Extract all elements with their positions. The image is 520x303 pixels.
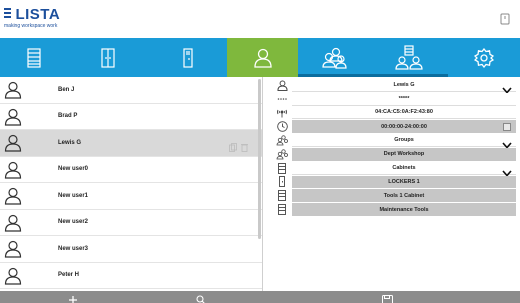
user-icon (4, 240, 22, 263)
user-list-row[interactable]: New user3 (0, 236, 262, 263)
user-list-row[interactable]: Brad P (0, 104, 262, 131)
rfid-icon (275, 107, 289, 120)
user-name: New user3 (58, 245, 89, 252)
power-icon[interactable] (498, 12, 512, 26)
user-detail-panel: Lewis G ***** 04:CA:C5:0A:F2:43:80 00:00… (266, 79, 520, 217)
cabinet-name: Tools 1 Cabinet (292, 189, 516, 203)
user-name: Brad P (58, 113, 78, 120)
detail-groups-header-row[interactable]: Groups (266, 134, 520, 149)
user-name: Lewis G (58, 139, 82, 146)
user-name: Peter H (58, 272, 80, 279)
locker-icon (182, 47, 193, 68)
cabinet-item[interactable]: Tools 1 Cabinet (266, 189, 520, 203)
bottom-toolbar (0, 291, 520, 303)
tab-lockers[interactable] (148, 38, 227, 77)
rfid-field[interactable]: 04:CA:C5:0A:F2:43:80 (292, 106, 516, 120)
user-icon (275, 79, 289, 92)
drawer-cabinet-icon (275, 203, 289, 216)
pin-field[interactable]: ***** (292, 92, 516, 106)
header: LISTA making workspace work (0, 0, 520, 38)
user-icon (253, 48, 273, 68)
user-list-row[interactable]: Ben J (0, 77, 262, 104)
gear-icon (474, 47, 494, 68)
user-name: New user1 (58, 192, 89, 199)
app-window: LISTA making workspace work Ben J Brad P… (0, 0, 520, 303)
detail-rfid-row: 04:CA:C5:0A:F2:43:80 (266, 106, 520, 120)
user-name: New user0 (58, 166, 89, 173)
user-icon (4, 267, 22, 290)
cabinet-users-icon (394, 44, 424, 71)
logo-mark (4, 8, 11, 20)
user-list-row[interactable]: New user2 (0, 210, 262, 237)
user-icon (4, 134, 22, 157)
user-icon (4, 187, 22, 210)
tab-drawers[interactable] (0, 38, 68, 77)
users-group-icon (321, 47, 347, 69)
pin-dots-icon (275, 93, 289, 106)
brand-tagline: making workspace work (4, 23, 58, 29)
drawer-cabinet-icon (275, 162, 289, 175)
detail-time-row: 00:00:00-24:00:00 (266, 120, 520, 134)
user-name: Ben J (58, 86, 75, 93)
user-icon (4, 161, 22, 184)
tab-cabinets[interactable] (68, 38, 148, 77)
brand-name: LISTA (15, 6, 61, 23)
user-icon (4, 108, 22, 131)
detail-name-row: Lewis G (266, 79, 520, 94)
drawer-cabinet-icon (275, 189, 289, 202)
user-list-row[interactable]: New user0 (0, 157, 262, 184)
clock-icon (275, 120, 289, 133)
tab-cabinet-users[interactable] (369, 38, 448, 77)
cabinet-name: Maintenance Tools (292, 203, 516, 216)
copy-icon[interactable] (229, 139, 237, 157)
cabinet-name: LOCKERS 1 (292, 175, 516, 189)
search-icon[interactable] (196, 292, 206, 303)
user-icon (4, 81, 22, 104)
cabinet-item[interactable]: LOCKERS 1 (266, 175, 520, 189)
group-item[interactable]: Dept Workshop (266, 147, 520, 161)
drawer-cabinet-icon (27, 47, 41, 68)
detail-cabinets-header-row[interactable]: Cabinets (266, 161, 520, 177)
cabinet-item[interactable]: Maintenance Tools (266, 203, 520, 216)
double-door-cabinet-icon (101, 47, 115, 68)
users-group-icon (275, 148, 289, 161)
user-icon (4, 214, 22, 237)
user-list-row[interactable]: New user1 (0, 183, 262, 210)
groups-header: Groups (292, 134, 516, 147)
time-window-checkbox[interactable] (503, 123, 511, 132)
trash-icon[interactable] (241, 139, 248, 157)
user-list-row[interactable]: Peter H (0, 263, 262, 290)
group-name: Dept Workshop (292, 147, 516, 161)
user-name-field[interactable]: Lewis G (292, 79, 516, 92)
detail-pin-row: ***** (266, 92, 520, 106)
user-list-scrollbar[interactable] (258, 79, 261, 239)
locker-icon (275, 176, 289, 189)
main-tab-bar (0, 38, 520, 77)
users-group-icon (275, 134, 289, 147)
tab-settings[interactable] (448, 38, 520, 77)
cabinets-header: Cabinets (292, 161, 516, 175)
plus-icon[interactable] (68, 292, 78, 303)
lista-logo: LISTA making workspace work (4, 6, 61, 29)
user-name: New user2 (58, 219, 89, 226)
user-list-row-selected[interactable]: Lewis G (0, 130, 262, 157)
tab-users[interactable] (227, 38, 298, 77)
row-actions (229, 139, 248, 157)
time-window-field[interactable]: 00:00:00-24:00:00 (292, 120, 516, 134)
user-list: Ben J Brad P Lewis G New user0 New user1… (0, 77, 263, 291)
save-icon[interactable] (382, 292, 393, 303)
tab-user-groups[interactable] (298, 38, 369, 77)
